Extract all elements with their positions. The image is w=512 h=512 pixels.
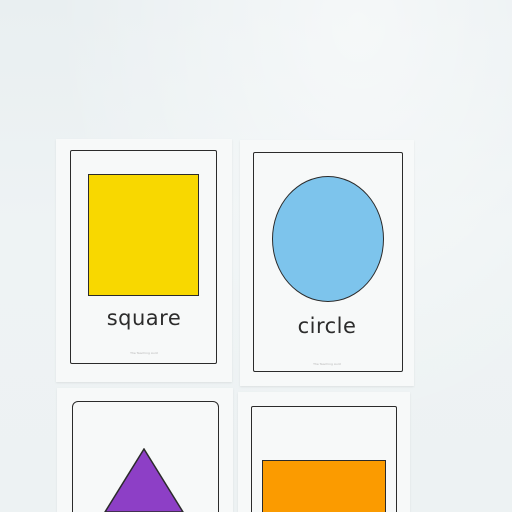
flashcard-triangle <box>57 388 233 512</box>
card-footer-text: The Teaching Aunt <box>313 362 341 366</box>
circle-shape <box>272 176 384 302</box>
flashcard-square: square The Teaching Aunt <box>56 139 232 382</box>
card-label-square: square <box>106 306 182 330</box>
flashcard-circle: circle The Teaching Aunt <box>240 140 414 386</box>
square-shape <box>88 174 199 296</box>
card-label-circle: circle <box>297 314 357 338</box>
triangle-shape <box>104 448 184 512</box>
card-footer-text: The Teaching Aunt <box>130 351 158 355</box>
rectangle-shape <box>262 460 386 512</box>
flashcard-rectangle <box>238 392 410 512</box>
